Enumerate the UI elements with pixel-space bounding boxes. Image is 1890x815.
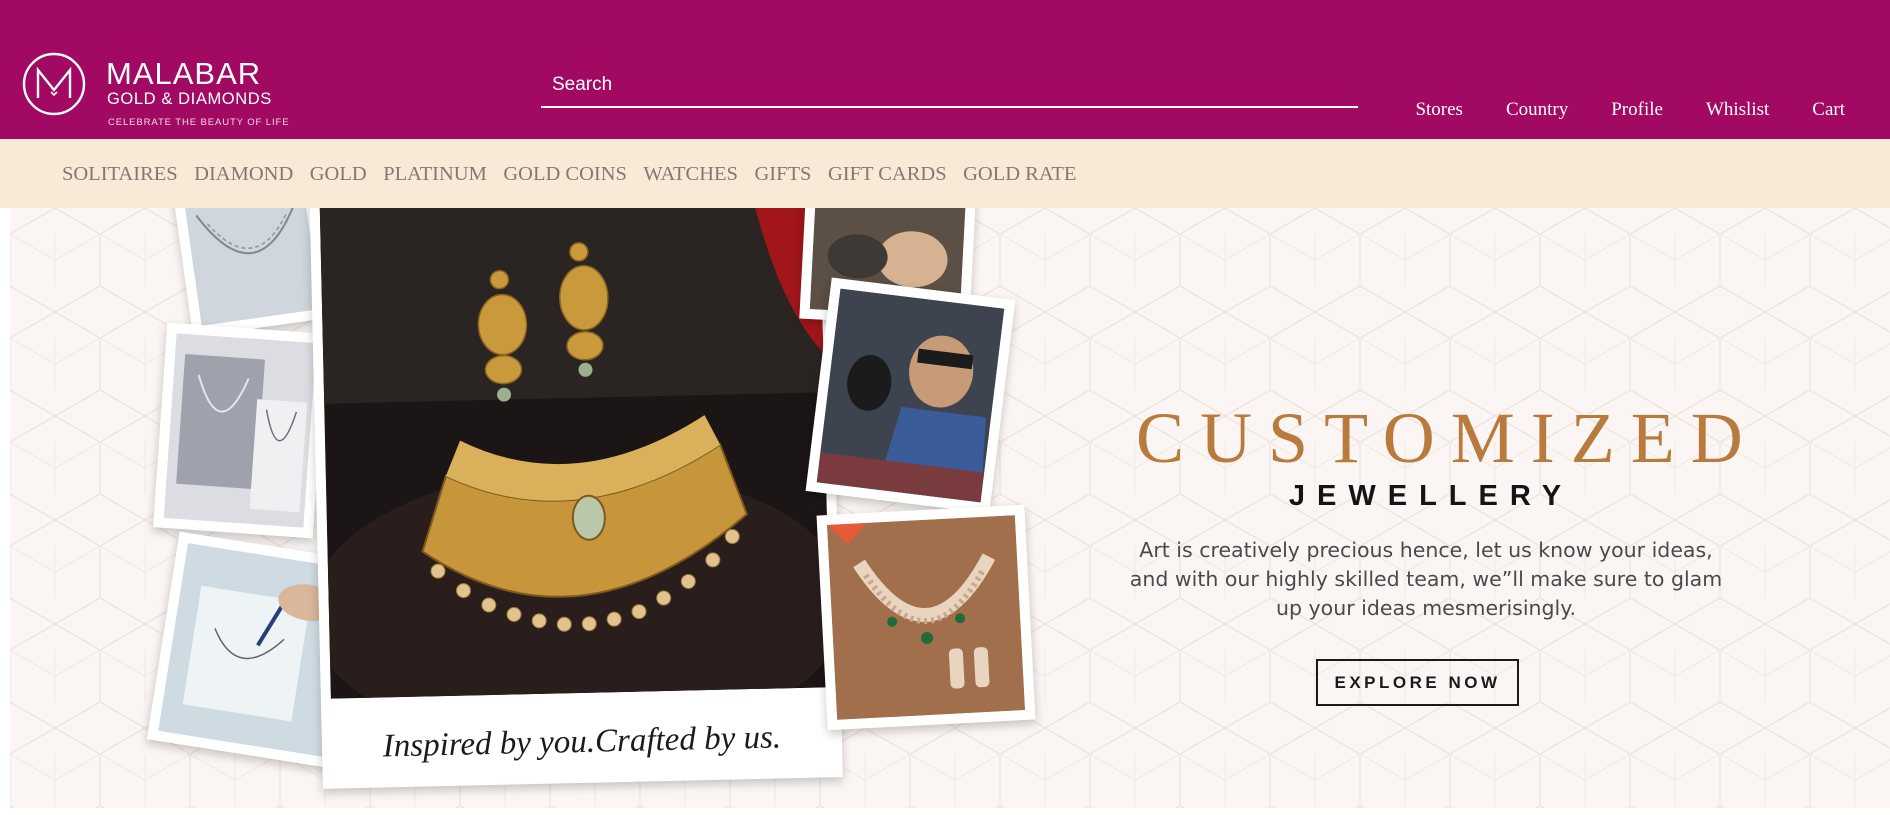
header-link-stores[interactable]: Stores (1415, 99, 1463, 121)
jeweller-at-work-image (816, 288, 1005, 503)
banner-headline: CUSTOMIZED (1136, 398, 1759, 478)
brand-name: MALABAR (106, 56, 262, 91)
banner-description: Art is creatively precious hence, let us… (1129, 538, 1723, 620)
category-gold[interactable]: GOLD (310, 163, 367, 186)
sketch-photo-top (172, 208, 332, 338)
header-nav: Stores Country Profile Whislist Cart (1372, 99, 1845, 121)
header-link-wishlist[interactable]: Whislist (1706, 99, 1769, 121)
photo-caption: Inspired by you.Crafted by us. (382, 719, 782, 765)
search-bar (541, 66, 1358, 108)
malabar-logo-icon (22, 52, 86, 116)
category-gift-cards[interactable]: GIFT CARDS (828, 163, 947, 186)
brand-logo[interactable]: MALABAR GOLD & DIAMONDS CELEBRATE THE BE… (22, 52, 292, 130)
main-jewellery-photo: Inspired by you.Crafted by us. (309, 208, 843, 789)
header-link-cart[interactable]: Cart (1812, 99, 1845, 121)
category-gold-rate[interactable]: GOLD RATE (963, 163, 1076, 186)
header-link-profile[interactable]: Profile (1611, 99, 1663, 121)
top-header: MALABAR GOLD & DIAMONDS CELEBRATE THE BE… (0, 0, 1890, 139)
gold-necklace-earrings-image (319, 208, 831, 699)
sketch-photo-middle (153, 322, 327, 539)
category-platinum[interactable]: PLATINUM (383, 163, 487, 186)
pendant-sketch-icon (176, 353, 308, 513)
category-nav: SOLITAIRES DIAMOND GOLD PLATINUM GOLD CO… (0, 139, 1890, 208)
necklace-sketch-icon (195, 208, 297, 255)
banner-subheadline: JEWELLERY (1288, 480, 1574, 512)
header-link-country[interactable]: Country (1506, 99, 1568, 121)
brand-tagline: CELEBRATE THE BEAUTY OF LIFE (108, 117, 290, 128)
category-gifts[interactable]: GIFTS (754, 163, 811, 186)
diamond-necklace-photo (816, 504, 1036, 731)
category-watches[interactable]: WATCHES (643, 163, 738, 186)
brand-subtitle: GOLD & DIAMONDS (107, 90, 272, 108)
category-gold-coins[interactable]: GOLD COINS (503, 163, 627, 186)
jeweller-loupe-photo (805, 277, 1016, 514)
hero-banner[interactable]: Inspired by you.Crafted by us. CUSTOMIZE… (10, 208, 1890, 808)
category-diamond[interactable]: DIAMOND (194, 163, 293, 186)
category-solitaires[interactable]: SOLITAIRES (62, 163, 178, 186)
explore-now-button[interactable]: EXPLORE NOW (1316, 659, 1519, 706)
emerald-necklace-image (827, 515, 1025, 720)
search-input[interactable] (541, 66, 1358, 104)
